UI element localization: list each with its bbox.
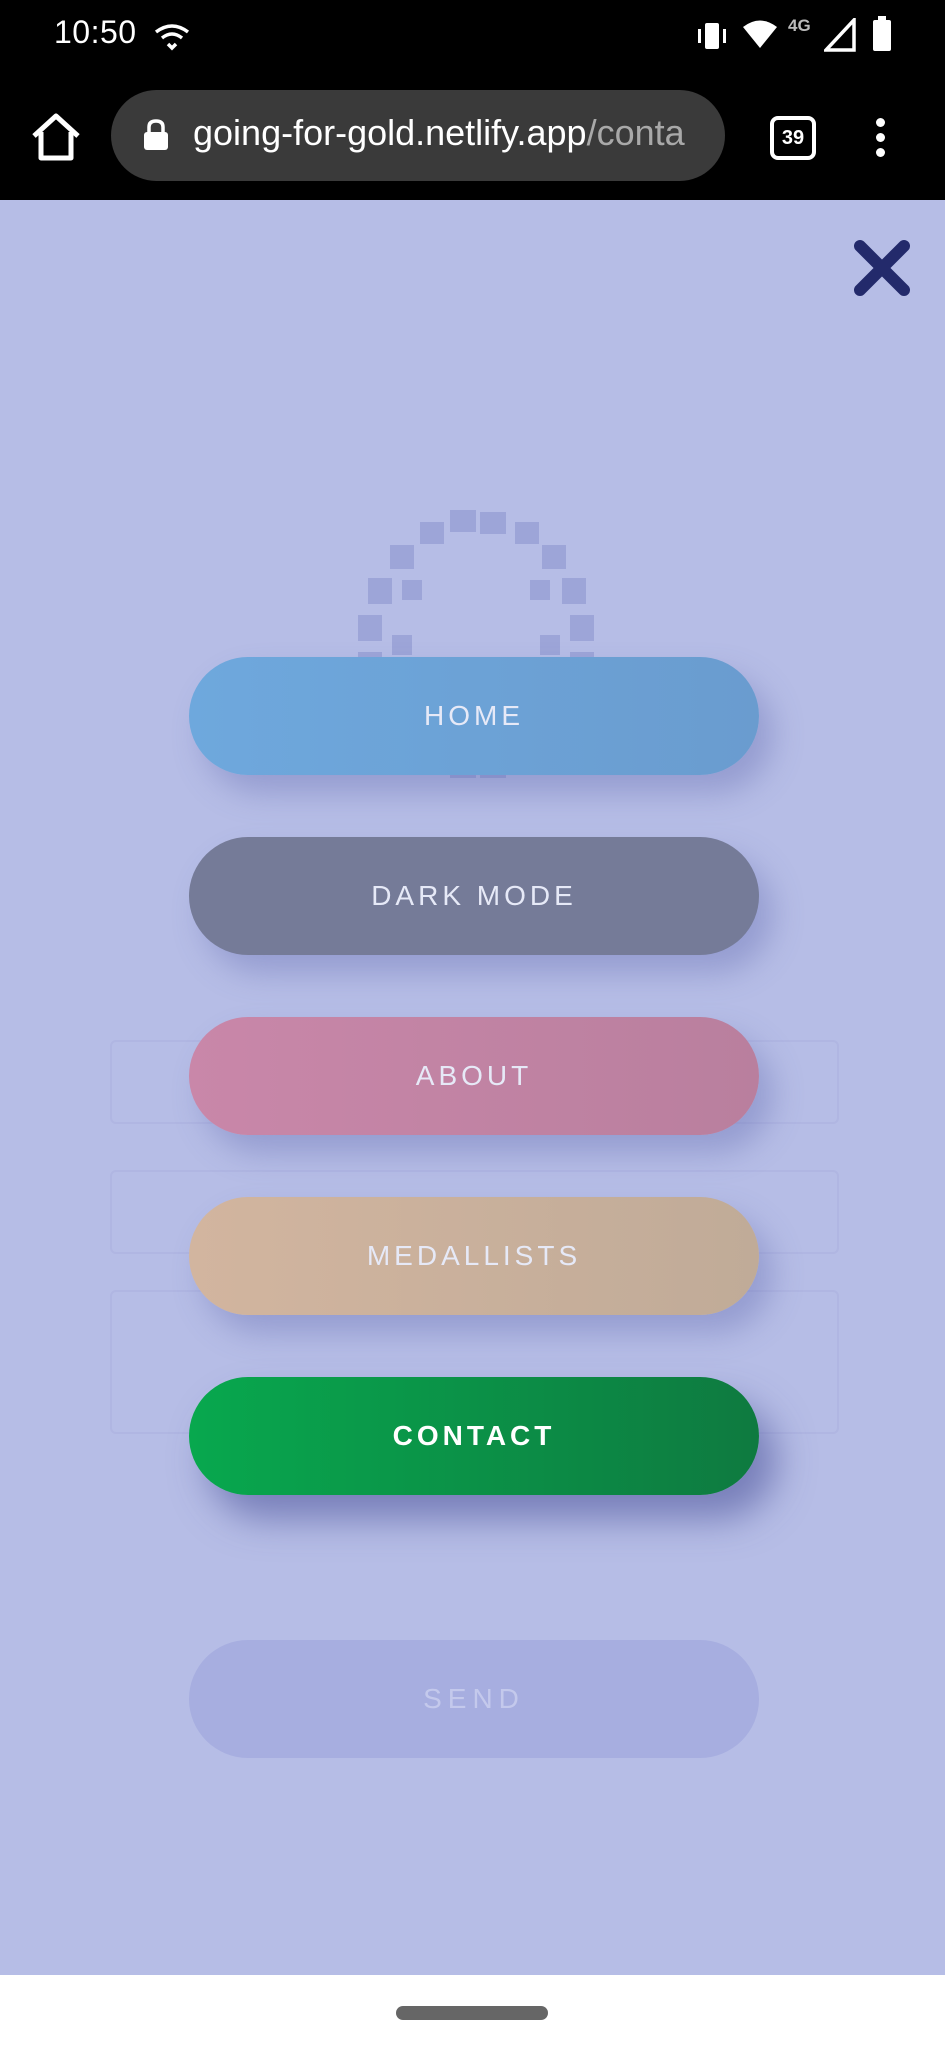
network-type-label: 4G xyxy=(788,16,811,35)
battery-icon xyxy=(873,16,891,51)
address-bar[interactable]: going-for-gold.netlify.app/conta xyxy=(111,90,725,181)
home-icon[interactable] xyxy=(28,110,84,166)
wifi-icon xyxy=(743,20,777,48)
gesture-handle[interactable] xyxy=(396,2006,548,2020)
more-vert-icon[interactable] xyxy=(868,114,892,162)
system-nav-bar xyxy=(0,1975,945,2048)
close-icon[interactable] xyxy=(850,236,914,300)
menu-item-about[interactable]: ABOUT xyxy=(189,1017,759,1135)
tab-switcher-button[interactable]: 39 xyxy=(770,116,816,160)
url-path: /conta xyxy=(586,112,685,153)
send-button: SEND xyxy=(189,1640,759,1758)
menu-item-contact[interactable]: CONTACT xyxy=(189,1377,759,1495)
url-text: going-for-gold.netlify.app/conta xyxy=(193,112,685,154)
signal-icon xyxy=(824,18,856,52)
lock-icon xyxy=(144,119,168,150)
hotspot-icon xyxy=(154,24,190,51)
menu-item-medallists[interactable]: MEDALLISTS xyxy=(189,1197,759,1315)
vibrate-icon xyxy=(698,23,726,49)
status-bar: 10:50 4G xyxy=(0,0,945,72)
url-domain: going-for-gold.netlify.app xyxy=(193,112,587,153)
page-content: SEND HOME DARK MODE ABOUT MEDALLISTS CON… xyxy=(0,200,945,1975)
browser-toolbar: going-for-gold.netlify.app/conta 39 xyxy=(0,72,945,200)
menu-item-dark-mode[interactable]: DARK MODE xyxy=(189,837,759,955)
status-time: 10:50 xyxy=(54,14,137,50)
menu-item-home[interactable]: HOME xyxy=(189,657,759,775)
